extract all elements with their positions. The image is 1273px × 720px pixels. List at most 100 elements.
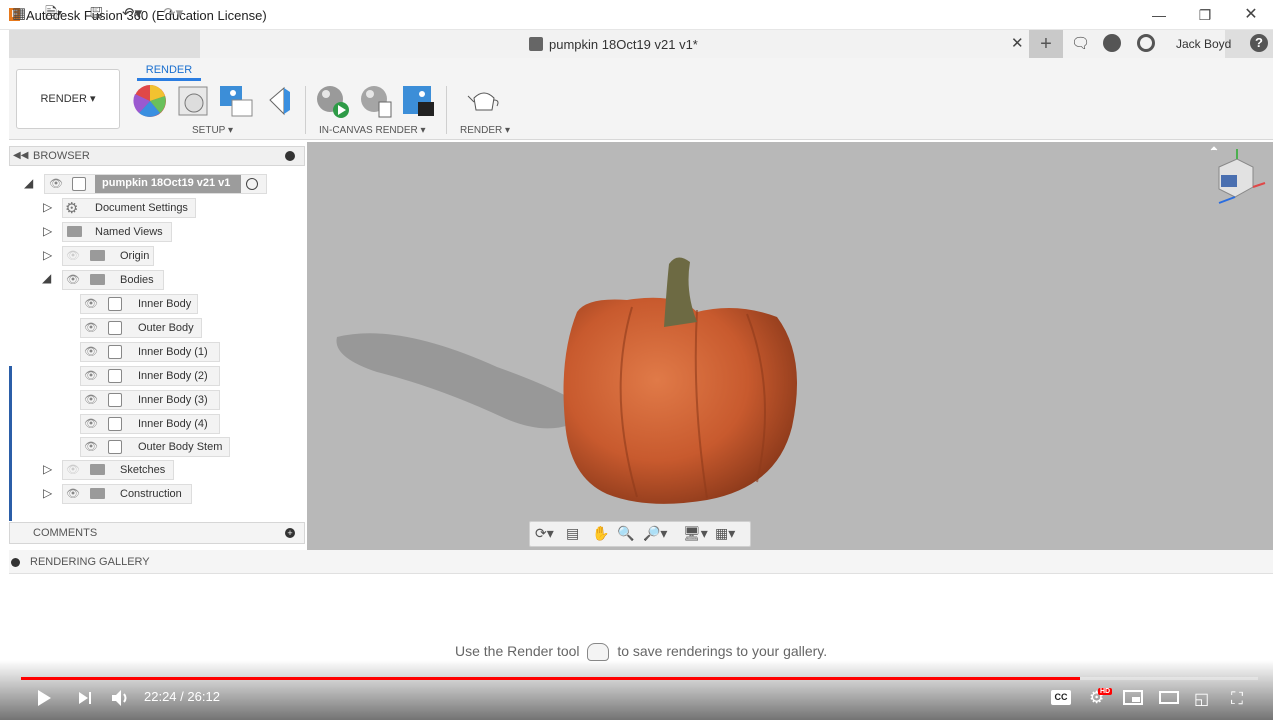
- appearance-icon[interactable]: [133, 82, 169, 118]
- file-menu-icon[interactable]: 🗎▾: [45, 5, 63, 23]
- progress-fill: [21, 677, 1080, 680]
- time-separator: /: [176, 689, 188, 704]
- hd-badge: HD: [1098, 688, 1113, 695]
- render-teapot-icon[interactable]: [466, 86, 502, 116]
- minimize-button[interactable]: —: [1144, 4, 1174, 26]
- browser-item-label: Inner Body (4): [138, 418, 208, 430]
- body-icon: [108, 345, 122, 359]
- gallery-hint-after: to save renderings to your gallery.: [617, 643, 828, 659]
- document-tab-title: pumpkin 18Oct19 v21 v1*: [549, 37, 698, 52]
- expand-icon[interactable]: ▷: [43, 248, 52, 262]
- browser-item-label: Bodies: [120, 274, 154, 286]
- visibility-eye-icon[interactable]: 👁: [84, 369, 98, 382]
- view-cube-icon[interactable]: [1205, 145, 1271, 213]
- ribbon-divider: [305, 86, 306, 134]
- render-group-label[interactable]: RENDER ▾: [460, 125, 510, 136]
- workspace-switcher-button[interactable]: RENDER ▾: [16, 69, 120, 129]
- collapse-browser-icon[interactable]: ◀◀: [13, 150, 28, 161]
- capture-image-icon[interactable]: [402, 84, 438, 120]
- cast-icon[interactable]: ◱: [1194, 689, 1209, 709]
- decal-icon[interactable]: [264, 84, 292, 118]
- zoom-icon[interactable]: 🔍: [617, 525, 634, 542]
- video-time: 22:24 / 26:12: [144, 689, 220, 704]
- visibility-eye-icon[interactable]: 👁: [49, 177, 63, 190]
- visibility-eye-icon[interactable]: 👁: [66, 273, 80, 286]
- render-teapot-icon: [587, 643, 610, 662]
- gallery-hint: Use the Render tool to save renderings t…: [455, 643, 828, 662]
- in-canvas-render-group-label[interactable]: IN-CANVAS RENDER ▾: [319, 125, 426, 136]
- fit-icon[interactable]: 🔎▾: [643, 525, 667, 542]
- expand-icon[interactable]: ▷: [43, 200, 52, 214]
- in-canvas-render-icon[interactable]: [315, 84, 351, 120]
- browser-scrollbar[interactable]: [9, 366, 12, 521]
- undo-icon[interactable]: ↶▾: [122, 5, 142, 23]
- theater-mode-icon[interactable]: [1159, 691, 1179, 704]
- folder-icon: [90, 488, 105, 499]
- expand-icon[interactable]: ▷: [43, 224, 52, 238]
- browser-root-label[interactable]: pumpkin 18Oct19 v21 v1: [102, 177, 230, 189]
- hidden-eye-icon[interactable]: 👁: [66, 463, 80, 476]
- tab-render[interactable]: RENDER: [137, 64, 201, 76]
- close-window-button[interactable]: ✕: [1236, 4, 1266, 26]
- gear-icon: ⚙: [65, 200, 79, 217]
- orbit-icon[interactable]: ⟳▾: [535, 525, 554, 542]
- expand-icon[interactable]: ▷: [43, 486, 52, 500]
- scene-settings-icon[interactable]: [176, 84, 210, 118]
- fullscreen-icon[interactable]: ⛶: [1231, 689, 1243, 709]
- texture-map-icon[interactable]: [218, 84, 254, 118]
- pan-hand-icon[interactable]: ✋: [592, 525, 609, 542]
- user-name[interactable]: Jack Boyd: [1176, 37, 1231, 51]
- play-icon[interactable]: [35, 689, 53, 707]
- app-grid-icon[interactable]: ▦: [12, 5, 26, 23]
- in-canvas-render-settings-icon[interactable]: [359, 84, 395, 120]
- visibility-eye-icon[interactable]: 👁: [66, 487, 80, 500]
- miniplayer-icon[interactable]: [1123, 690, 1143, 705]
- gallery-hint-before: Use the Render tool: [455, 643, 580, 659]
- job-status-icon[interactable]: [1103, 34, 1121, 52]
- comments-icon[interactable]: 🗨: [1071, 35, 1090, 53]
- close-tab-icon[interactable]: ✕: [1011, 35, 1024, 53]
- browser-item-label: Inner Body (3): [138, 394, 208, 406]
- look-at-icon[interactable]: ▤: [566, 525, 579, 542]
- folder-icon: [90, 250, 105, 261]
- volume-icon[interactable]: [110, 688, 132, 708]
- pumpkin-model[interactable]: [307, 142, 1273, 550]
- folder-icon: [90, 464, 105, 475]
- browser-item-label: Named Views: [95, 226, 163, 238]
- save-icon[interactable]: 🖫: [90, 5, 103, 23]
- restore-button[interactable]: ❐: [1190, 4, 1220, 26]
- expand-root-icon[interactable]: ◢: [24, 176, 33, 190]
- visibility-eye-icon[interactable]: 👁: [84, 440, 98, 453]
- display-settings-icon[interactable]: 🖥▾: [683, 525, 708, 542]
- body-icon: [108, 417, 122, 431]
- collapse-icon[interactable]: ◢: [42, 271, 51, 285]
- new-tab-button[interactable]: +: [1029, 30, 1063, 58]
- grid-settings-icon[interactable]: ▦▾: [715, 525, 735, 542]
- browser-item-label: Construction: [120, 488, 182, 500]
- browser-item-label: Document Settings: [95, 202, 188, 214]
- activate-radio-icon[interactable]: [246, 178, 258, 190]
- add-comment-icon[interactable]: +: [285, 528, 295, 538]
- visibility-eye-icon[interactable]: 👁: [84, 393, 98, 406]
- help-icon[interactable]: ?: [1250, 34, 1268, 52]
- redo-icon[interactable]: ↷▾: [163, 5, 183, 23]
- body-icon: [108, 440, 122, 454]
- browser-title: BROWSER: [33, 150, 90, 162]
- expand-icon[interactable]: ▷: [43, 462, 52, 476]
- component-icon: [529, 37, 543, 51]
- setup-group-label[interactable]: SETUP ▾: [192, 125, 233, 136]
- rendering-gallery-header[interactable]: [9, 550, 1273, 574]
- browser-options-icon[interactable]: [285, 151, 295, 161]
- visibility-eye-icon[interactable]: 👁: [84, 321, 98, 334]
- visibility-eye-icon[interactable]: 👁: [84, 297, 98, 310]
- body-icon: [108, 369, 122, 383]
- browser-item-label: Outer Body Stem: [138, 441, 223, 453]
- next-icon[interactable]: [77, 690, 93, 706]
- visibility-eye-icon[interactable]: 👁: [84, 345, 98, 358]
- collapse-gallery-icon[interactable]: [11, 558, 20, 567]
- notifications-icon[interactable]: [1137, 34, 1155, 52]
- visibility-eye-icon[interactable]: 👁: [84, 417, 98, 430]
- component-icon: [72, 177, 86, 191]
- captions-button[interactable]: CC: [1051, 690, 1071, 705]
- hidden-eye-icon[interactable]: 👁: [66, 249, 80, 262]
